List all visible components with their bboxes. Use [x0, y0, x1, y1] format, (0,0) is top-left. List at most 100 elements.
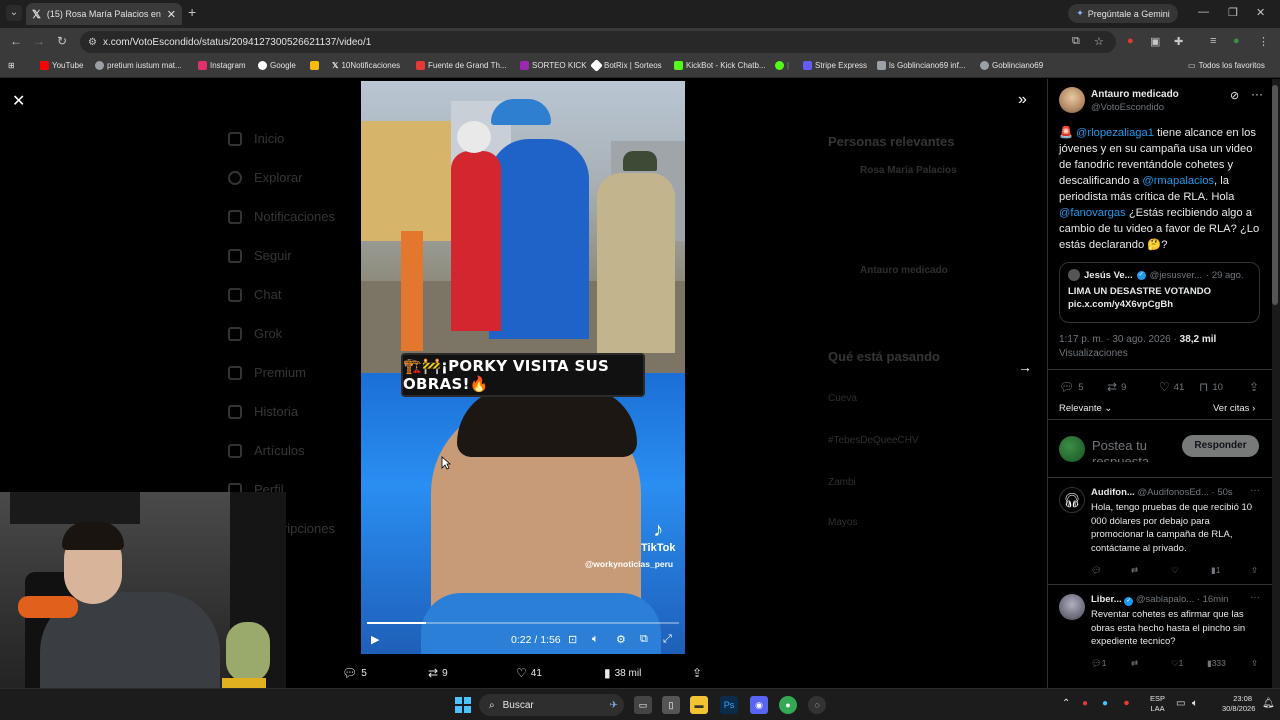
bookmark-star-icon[interactable]: ☆ — [1094, 35, 1104, 48]
network-icon[interactable]: ▭ — [1176, 698, 1185, 709]
author-avatar[interactable] — [1059, 87, 1085, 113]
extensions-puzzle-icon[interactable]: ✚ — [1174, 35, 1183, 48]
window-close-icon[interactable]: ✕ — [1256, 6, 1265, 19]
chrome-icon[interactable]: ● — [779, 696, 797, 714]
repost-stat[interactable]: ⇄ 9 — [1107, 380, 1126, 394]
browser-tab[interactable]: 𝕏 (15) Rosa María Palacios en X: " ✕ — [26, 3, 182, 25]
share-action[interactable]: ⇪ — [692, 666, 702, 680]
repost-icon[interactable]: ⇄ — [1131, 565, 1138, 576]
microphone-icon[interactable]: ⏺ — [1124, 698, 1129, 709]
bookmark-sorteo-kick[interactable]: SORTEO KICK — [520, 61, 587, 70]
system-clock[interactable]: 23:08 30/8/2026 — [1222, 694, 1255, 714]
next-media-arrow-icon[interactable]: → — [1018, 359, 1032, 375]
views-stat[interactable]: ▮ 1 — [1211, 565, 1220, 576]
share-stat[interactable]: ⇪ — [1249, 380, 1259, 394]
apps-grid-icon[interactable]: ⊞ — [8, 61, 15, 70]
windows-start-icon[interactable] — [455, 697, 471, 713]
reload-icon[interactable]: ↻ — [57, 34, 67, 48]
reply-stat[interactable]: 💬︎ 1 — [1091, 658, 1107, 669]
headphones-avatar-icon[interactable]: 🎧︎ — [1059, 487, 1085, 513]
repost-icon[interactable]: ⇄ — [1131, 658, 1138, 669]
bookmark-goblinciano-info[interactable]: ls Goblinciano69 inf... — [877, 61, 966, 70]
forward-arrow-icon[interactable]: → — [33, 34, 45, 48]
tray-app-icon[interactable]: ● — [1102, 698, 1108, 709]
taskbar-search[interactable]: ⌕ Buscar ✈ — [479, 694, 624, 716]
keyboard-language[interactable]: ESP LAA — [1150, 694, 1165, 714]
quote-link[interactable]: pic.x.com/y4X6vpCgBh — [1068, 298, 1251, 311]
volume-icon[interactable]: 🔈︎ — [592, 633, 599, 646]
bookmark-google[interactable]: Google — [258, 61, 296, 70]
timestamp-text[interactable]: 1:17 p. m. · 30 ago. 2026 · — [1059, 334, 1180, 345]
reply-bubble-icon[interactable]: 💬︎ — [1091, 565, 1102, 576]
restore-icon[interactable]: ❐ — [1228, 6, 1238, 19]
view-quotes-link[interactable]: Ver citas › — [1213, 403, 1255, 414]
tab-close-icon[interactable]: ✕ — [167, 8, 176, 21]
heart-icon[interactable]: ♡ — [1171, 565, 1179, 576]
media-controls-icon[interactable]: ≡ — [1210, 35, 1216, 47]
mention-link[interactable]: @rmapalacios — [1142, 175, 1214, 187]
extension-red-icon[interactable]: ● — [1127, 35, 1134, 47]
reply-avatar[interactable] — [1059, 594, 1085, 620]
tray-chevron-icon[interactable]: ⌃ — [1062, 698, 1070, 709]
repost-action[interactable]: ⇄ 9 — [428, 666, 448, 680]
author-name[interactable]: Antauro medicado — [1091, 89, 1179, 100]
like-stat[interactable]: ♡ 41 — [1159, 380, 1184, 394]
quoted-tweet[interactable]: Jesús Ve... ✓ @jesusver... · 29 ago. LIM… — [1059, 262, 1260, 323]
mention-link[interactable]: @fanovargas — [1059, 207, 1126, 219]
author-handle[interactable]: @VotoEscondido — [1091, 102, 1164, 113]
reply-stat[interactable]: 💬︎ 5 — [1059, 380, 1084, 394]
expand-panel-icon[interactable]: » — [1018, 91, 1027, 109]
minimize-icon[interactable]: — — [1198, 6, 1209, 18]
reply-action[interactable]: 💬︎ 5 — [342, 666, 367, 680]
bookmark-instagram[interactable]: Instagram — [198, 61, 246, 70]
video-progress-bar[interactable] — [367, 622, 679, 624]
reply-handle[interactable]: @sablapalo... — [1136, 594, 1194, 605]
reply-handle[interactable]: @AudifonosEd... — [1137, 487, 1208, 498]
site-info-icon[interactable]: ⚙ — [88, 37, 97, 48]
panel-scrollbar[interactable] — [1272, 79, 1280, 688]
more-options-icon[interactable]: ··· — [1251, 87, 1263, 101]
reply-tweet[interactable]: 🎧︎ Audifon... @AudifonosEd... · 50s ··· … — [1048, 485, 1272, 587]
bookmark-pretium[interactable]: pretium iustum mat... — [95, 61, 182, 70]
grok-explain-icon[interactable]: ⊘ — [1230, 89, 1239, 102]
close-viewer-icon[interactable]: ✕ — [12, 91, 25, 111]
like-action[interactable]: ♡ 41 — [516, 666, 542, 680]
views-stat[interactable]: ▮ 333 — [1207, 658, 1226, 669]
bookmark-kickbot[interactable]: KickBot - Kick Chatb... — [674, 61, 766, 70]
bookmark-youtube[interactable]: YouTube — [40, 61, 83, 70]
new-tab-button[interactable]: + — [188, 4, 196, 20]
all-bookmarks-folder[interactable]: ▭ Todos los favoritos — [1188, 61, 1265, 70]
app-icon[interactable]: ▯ — [662, 696, 680, 714]
install-app-icon[interactable]: ⧉ — [1072, 35, 1080, 48]
like-stat[interactable]: ♡ 1 — [1171, 658, 1183, 669]
bookmark-goblinciano[interactable]: Goblinciano69 — [980, 61, 1043, 70]
video-player[interactable]: 🏗️🚧¡PORKY VISITA SUS OBRAS!🔥 ♪ TikTok @w… — [361, 81, 685, 654]
share-icon[interactable]: ⇪ — [1251, 565, 1258, 576]
extension-icon[interactable]: ▣ — [1150, 35, 1160, 48]
more-options-icon[interactable]: ··· — [1250, 592, 1260, 603]
views-action[interactable]: ▮ 38 mil — [604, 666, 641, 680]
settings-gear-icon[interactable]: ⚙ — [616, 633, 626, 646]
bookmark-stripe[interactable]: Stripe Express — [803, 61, 867, 70]
captions-icon[interactable]: ⊡ — [568, 633, 577, 646]
reply-button[interactable]: Responder — [1182, 435, 1259, 457]
file-explorer-icon[interactable]: ▬ — [690, 696, 708, 714]
reply-tweet[interactable]: Liber... ✓ @sablapalo... · 16min ··· Rev… — [1048, 592, 1272, 688]
bookmark-10[interactable]: | — [775, 61, 789, 70]
share-icon[interactable]: ⇪ — [1251, 658, 1258, 669]
tray-app-icon[interactable]: ● — [1082, 698, 1088, 709]
volume-icon[interactable]: 🔈︎ — [1192, 698, 1198, 709]
bookmark-stat[interactable]: ⊓ 10 — [1199, 380, 1223, 394]
reply-author-name[interactable]: Audifon... — [1091, 487, 1135, 498]
bookmark-unnamed[interactable] — [310, 61, 319, 70]
scrollbar-thumb[interactable] — [1272, 85, 1278, 305]
bookmark-botrix[interactable]: BotRix | Sorteos — [590, 59, 662, 72]
fullscreen-icon[interactable]: ⤢ — [663, 633, 672, 646]
play-icon[interactable]: ▶ — [371, 633, 379, 646]
browser-menu-icon[interactable]: ⋮ — [1258, 35, 1269, 48]
bookmark-fuente-gta[interactable]: Fuente de Grand Th... — [416, 61, 507, 70]
bookmark-notificaciones[interactable]: 𝕏 10Notificaciones — [332, 61, 400, 70]
reply-author-name[interactable]: Liber... — [1091, 594, 1122, 605]
mention-link[interactable]: @rlopezaliaga1 — [1076, 127, 1154, 139]
pip-icon[interactable]: ⧉ — [640, 633, 648, 646]
